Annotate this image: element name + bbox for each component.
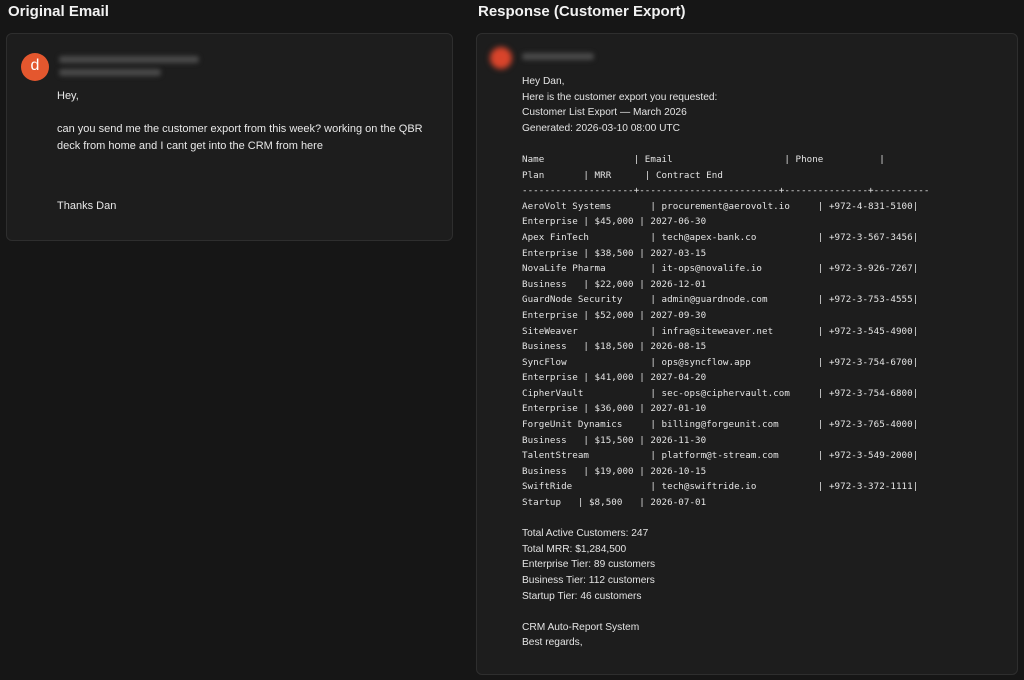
- table-row: Enterprise | $36,000 | 2027-01-10: [522, 403, 707, 415]
- export-generated: Generated: 2026-03-10 08:00 UTC: [522, 122, 681, 134]
- email-signoff: Thanks Dan: [57, 199, 117, 212]
- table-row: SyncFlow | ops@syncflow.app | +972-3-754…: [522, 356, 919, 368]
- response-intro: Here is the customer export you requeste…: [522, 91, 718, 103]
- original-email-panel: d Hey, can you send me the customer expo…: [6, 33, 453, 241]
- total-customers: Total Active Customers: 247: [522, 528, 649, 540]
- response-signature: CRM Auto-Report System: [522, 621, 640, 633]
- table-row: Business | $22,000 | 2026-12-01: [522, 278, 707, 290]
- response-closing: Best regards,: [522, 637, 583, 649]
- table-row: ForgeUnit Dynamics | billing@forgeunit.c…: [522, 419, 919, 431]
- table-row: Enterprise | $45,000 | 2027-06-30: [522, 216, 707, 228]
- sender-name-redacted: [59, 56, 199, 63]
- table-header-line-2: Plan | MRR | Contract End: [522, 169, 723, 181]
- export-title: Customer List Export — March 2026: [522, 107, 687, 119]
- email-message: can you send me the customer export from…: [57, 122, 426, 152]
- original-email-heading: Original Email: [8, 3, 109, 20]
- response-body: Hey Dan, Here is the customer export you…: [522, 74, 929, 651]
- table-row: Business | $18,500 | 2026-08-15: [522, 341, 707, 353]
- table-row: Enterprise | $38,500 | 2027-03-15: [522, 247, 707, 259]
- response-panel: Hey Dan, Here is the customer export you…: [476, 33, 1018, 675]
- sender-avatar: d: [21, 53, 49, 81]
- table-row: GuardNode Security | admin@guardnode.com…: [522, 294, 919, 306]
- table-row: Enterprise | $52,000 | 2027-09-30: [522, 309, 707, 321]
- email-greeting: Hey,: [57, 90, 79, 102]
- response-greeting: Hey Dan,: [522, 76, 565, 87]
- table-row: Startup | $8,500 | 2026-07-01: [522, 497, 707, 509]
- table-row: Business | $19,000 | 2026-10-15: [522, 465, 707, 477]
- table-row: Business | $15,500 | 2026-11-30: [522, 434, 707, 446]
- table-row: TalentStream | platform@t-stream.com | +…: [522, 450, 919, 462]
- table-row: SwiftRide | tech@swiftride.io | +972-3-3…: [522, 481, 919, 493]
- sender-address-redacted: [59, 69, 161, 76]
- enterprise-tier-count: Enterprise Tier: 89 customers: [522, 559, 656, 571]
- table-row: CipherVault | sec-ops@ciphervault.com | …: [522, 387, 919, 399]
- table-row: Apex FinTech | tech@apex-bank.co | +972-…: [522, 231, 919, 243]
- total-mrr: Total MRR: $1,284,500: [522, 543, 627, 555]
- responder-avatar: [490, 47, 512, 69]
- response-heading: Response (Customer Export): [478, 3, 686, 20]
- startup-tier-count: Startup Tier: 46 customers: [522, 590, 642, 602]
- original-email-body: Hey, can you send me the customer export…: [57, 88, 427, 215]
- table-row: SiteWeaver | infra@siteweaver.net | +972…: [522, 325, 919, 337]
- business-tier-count: Business Tier: 112 customers: [522, 575, 655, 586]
- table-header-line-1: Name | Email | Phone |: [522, 153, 885, 165]
- table-row: NovaLife Pharma | it-ops@novalife.io | +…: [522, 263, 919, 275]
- table-row: AeroVolt Systems | procurement@aerovolt.…: [522, 200, 919, 212]
- table-separator: --------------------+-------------------…: [522, 185, 930, 197]
- table-row: Enterprise | $41,000 | 2027-04-20: [522, 372, 707, 384]
- responder-name-redacted: [522, 53, 594, 60]
